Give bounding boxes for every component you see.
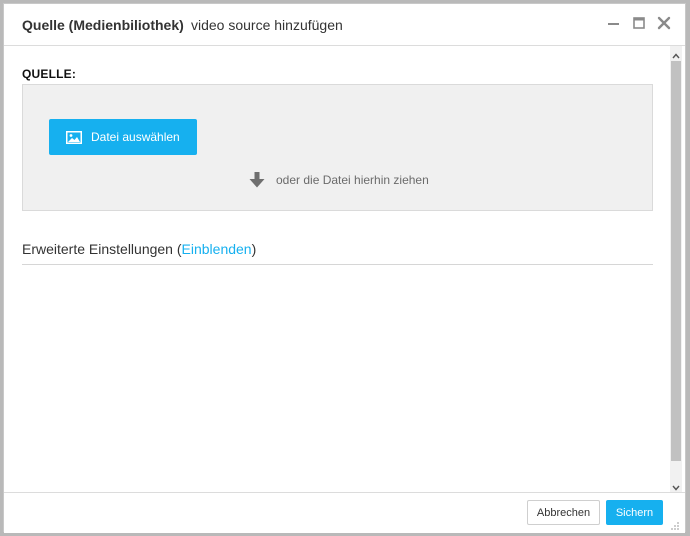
advanced-settings-paren: ) [251,241,257,257]
image-icon [66,130,82,144]
cancel-button[interactable]: Abbrechen [527,500,600,525]
drop-hint-text: oder die Datei hierhin ziehen [276,173,429,187]
maximize-icon[interactable] [630,14,648,32]
minimize-icon[interactable] [605,14,623,32]
scroll-down-icon[interactable] [670,480,682,491]
dialog-footer: Abbrechen Sichern [4,492,685,533]
drop-hint: oder die Datei hierhin ziehen [247,169,429,191]
choose-file-button[interactable]: Datei auswählen [49,119,197,155]
dialog: Quelle (Medienbiliothek) video source hi… [3,3,686,533]
advanced-settings-label: Erweiterte Einstellungen ( [22,241,182,257]
arrow-down-icon [247,170,267,190]
source-label: QUELLE: [22,67,77,81]
dialog-content: QUELLE: Datei auswählen oder die Datei h… [4,46,669,492]
scroll-thumb[interactable] [671,61,681,461]
dialog-titlebar[interactable]: Quelle (Medienbiliothek) video source hi… [4,4,685,46]
choose-file-label: Datei auswählen [91,130,180,144]
save-button[interactable]: Sichern [606,500,663,525]
dialog-subtitle: video source hinzufügen [191,17,343,33]
advanced-settings: Erweiterte Einstellungen (Einblenden) [22,241,653,265]
scroll-up-icon[interactable] [670,48,682,59]
dialog-title: Quelle (Medienbiliothek) [22,17,184,33]
close-icon[interactable] [655,14,673,32]
file-dropzone[interactable]: Datei auswählen oder die Datei hierhin z… [22,84,653,211]
vertical-scrollbar[interactable] [670,46,682,492]
resize-grip-icon[interactable] [670,518,680,530]
show-advanced-link[interactable]: Einblenden [182,241,252,257]
